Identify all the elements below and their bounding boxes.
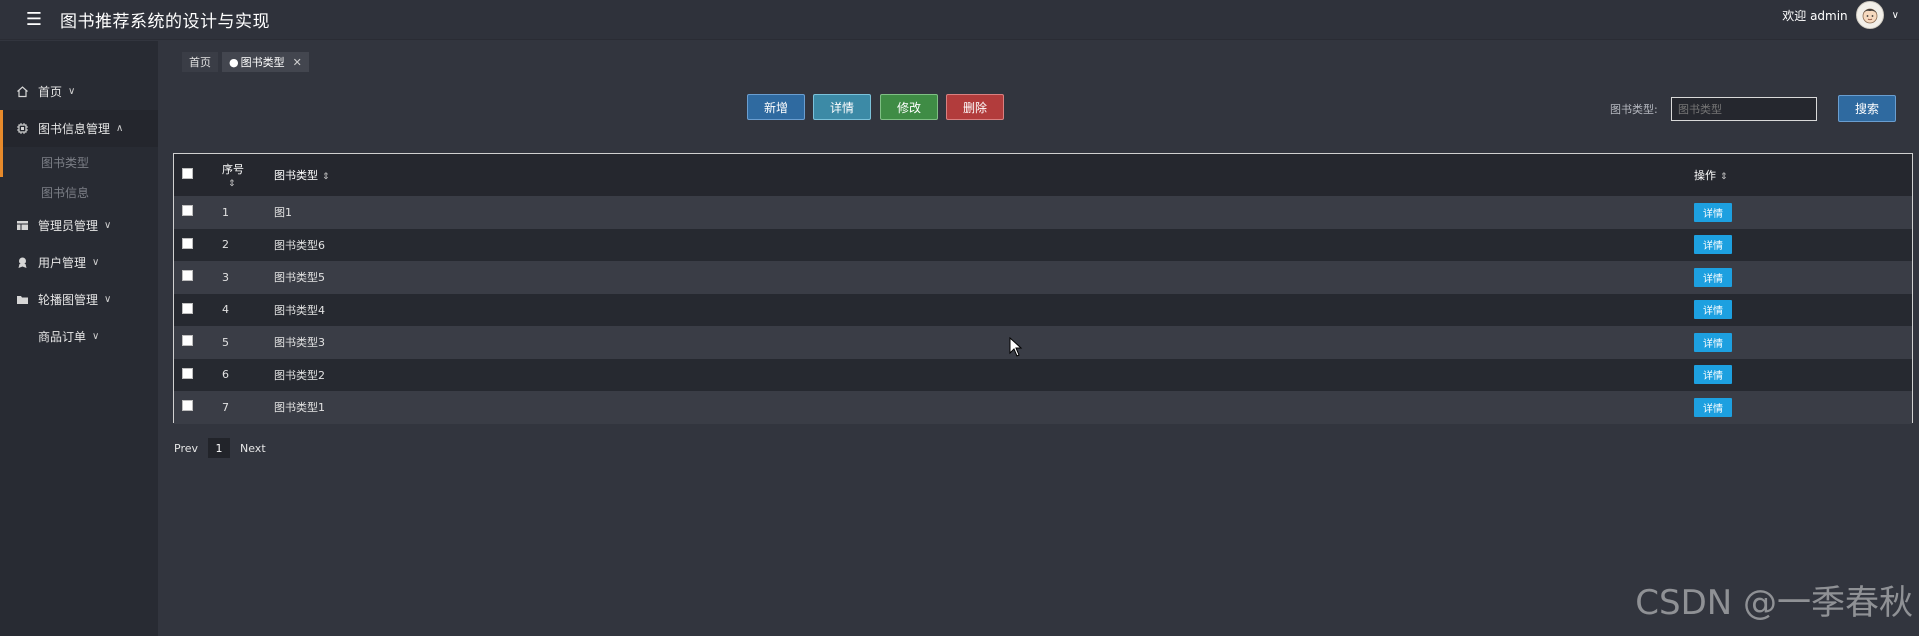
avatar[interactable] xyxy=(1855,1,1884,29)
detail-button[interactable]: 详情 xyxy=(813,94,871,120)
home-icon xyxy=(14,85,30,98)
next-page-link[interactable]: Next xyxy=(240,442,266,455)
add-button[interactable]: 新增 xyxy=(747,94,805,120)
delete-button[interactable]: 删除 xyxy=(946,94,1004,120)
sort-icon[interactable]: ⇕ xyxy=(1720,172,1728,182)
row-checkbox[interactable] xyxy=(182,205,193,217)
cell-index: 6 xyxy=(222,368,229,382)
search-button[interactable]: 搜索 xyxy=(1838,95,1896,122)
chevron-down-icon[interactable]: ∨ xyxy=(1892,10,1899,21)
tab-book-type[interactable]: ● 图书类型 ✕ xyxy=(222,52,309,72)
row-detail-button[interactable]: 详情 xyxy=(1694,235,1732,255)
watermark: CSDN @一季春秋 xyxy=(1635,583,1913,623)
close-icon[interactable]: ✕ xyxy=(293,56,302,69)
sidebar: 首页 ∨ 图书信息管理 ∧ 图书类型 图书信息 管理员管理 ∨ 用户管理 ∨ 轮… xyxy=(0,41,158,636)
row-checkbox[interactable] xyxy=(182,335,193,347)
table-row[interactable]: 1 图1 详情 xyxy=(174,196,1912,229)
chevron-down-icon: ∨ xyxy=(104,220,112,231)
sidebar-item-carousel[interactable]: 轮播图管理 ∨ xyxy=(0,281,158,318)
welcome-text: 欢迎 admin xyxy=(1782,8,1848,23)
top-bar: ☰ 图书推荐系统的设计与实现 欢迎 admin ∨ xyxy=(0,0,1919,40)
page-number-current[interactable]: 1 xyxy=(208,438,230,458)
sidebar-item-label: 管理员管理 xyxy=(38,219,99,233)
avatar-face-icon xyxy=(1862,8,1878,24)
user-menu[interactable]: 欢迎 admin ∨ xyxy=(1782,0,1899,30)
mouse-cursor-icon xyxy=(1009,337,1023,357)
sidebar-item-label: 首页 xyxy=(38,85,63,99)
cell-index: 4 xyxy=(222,303,229,317)
table-row[interactable]: 3 图书类型5 详情 xyxy=(174,261,1912,294)
cell-type: 图书类型1 xyxy=(274,401,325,415)
sidebar-item-label: 图书信息管理 xyxy=(38,122,111,136)
row-detail-button[interactable]: 详情 xyxy=(1694,202,1732,222)
search-label: 图书类型: xyxy=(1610,103,1658,116)
cell-type: 图书类型3 xyxy=(274,336,325,350)
pagination: Prev 1 Next xyxy=(174,438,266,458)
row-checkbox[interactable] xyxy=(182,237,193,249)
table-row[interactable]: 6 图书类型2 详情 xyxy=(174,358,1912,391)
column-header-action[interactable]: 操作 ⇕ xyxy=(1694,154,1912,196)
select-all-checkbox[interactable] xyxy=(182,168,193,179)
row-detail-button[interactable]: 详情 xyxy=(1694,267,1732,287)
sidebar-item-admin[interactable]: 管理员管理 ∨ xyxy=(0,207,158,244)
table-header-row: 序号 ⇕ 图书类型 ⇕ 操作 ⇕ xyxy=(174,154,1912,196)
cell-index: 1 xyxy=(222,205,229,219)
row-checkbox[interactable] xyxy=(182,270,193,282)
data-table: 序号 ⇕ 图书类型 ⇕ 操作 ⇕ 1 图1 详情 2 图书类型6 详情 3 图书… xyxy=(173,153,1913,424)
sidebar-item-orders[interactable]: 商品订单 ∨ xyxy=(0,318,158,355)
row-detail-button[interactable]: 详情 xyxy=(1694,332,1732,352)
row-checkbox[interactable] xyxy=(182,400,193,412)
user-icon xyxy=(14,256,30,269)
sidebar-subitem-book-type[interactable]: 图书类型 xyxy=(0,147,158,177)
cell-type: 图书类型5 xyxy=(274,271,325,285)
chevron-down-icon: ∨ xyxy=(104,294,112,305)
row-checkbox[interactable] xyxy=(182,302,193,314)
row-detail-button[interactable]: 详情 xyxy=(1694,365,1732,385)
prev-page-link[interactable]: Prev xyxy=(174,442,198,455)
sidebar-subitem-book-info[interactable]: 图书信息 xyxy=(0,177,158,207)
menu-toggle-icon[interactable]: ☰ xyxy=(14,5,54,35)
chevron-down-icon: ∨ xyxy=(92,257,100,268)
column-header-index[interactable]: 序号 ⇕ xyxy=(222,154,274,196)
app-title: 图书推荐系统的设计与实现 xyxy=(60,12,270,32)
cell-index: 7 xyxy=(222,400,229,414)
tab-home-label: 首页 xyxy=(189,56,211,69)
chevron-down-icon: ∨ xyxy=(68,86,76,97)
chip-icon xyxy=(14,122,30,135)
sort-icon[interactable]: ⇕ xyxy=(222,179,274,189)
table-row[interactable]: 5 图书类型3 详情 xyxy=(174,326,1912,359)
sidebar-item-label: 轮播图管理 xyxy=(38,293,99,307)
cell-index: 3 xyxy=(222,270,229,284)
table-icon xyxy=(14,219,30,232)
sidebar-item-home[interactable]: 首页 ∨ xyxy=(0,73,158,110)
folder-icon xyxy=(14,293,30,306)
cell-index: 2 xyxy=(222,238,229,252)
sidebar-item-label: 商品订单 xyxy=(38,330,87,344)
search-input[interactable] xyxy=(1671,97,1817,121)
active-dot-icon: ● xyxy=(229,55,239,69)
column-header-type[interactable]: 图书类型 ⇕ xyxy=(274,154,1694,196)
sort-icon[interactable]: ⇕ xyxy=(322,172,330,182)
row-detail-button[interactable]: 详情 xyxy=(1694,397,1732,417)
tab-bar: 首页 ● 图书类型 ✕ xyxy=(182,52,309,72)
chevron-down-icon: ∨ xyxy=(92,331,100,342)
row-checkbox[interactable] xyxy=(182,367,193,379)
tab-home[interactable]: 首页 xyxy=(182,52,218,72)
cell-type: 图书类型2 xyxy=(274,368,325,382)
tab-book-type-label: 图书类型 xyxy=(240,56,285,69)
cell-type: 图1 xyxy=(274,206,292,220)
cell-type: 图书类型6 xyxy=(274,238,325,252)
sidebar-item-label: 用户管理 xyxy=(38,256,87,270)
table-row[interactable]: 4 图书类型4 详情 xyxy=(174,293,1912,326)
cell-type: 图书类型4 xyxy=(274,303,325,317)
sidebar-item-users[interactable]: 用户管理 ∨ xyxy=(0,244,158,281)
row-detail-button[interactable]: 详情 xyxy=(1694,300,1732,320)
table-row[interactable]: 7 图书类型1 详情 xyxy=(174,391,1912,424)
table-row[interactable]: 2 图书类型6 详情 xyxy=(174,228,1912,261)
cell-index: 5 xyxy=(222,335,229,349)
sidebar-item-book-info[interactable]: 图书信息管理 ∧ xyxy=(0,110,158,147)
edit-button[interactable]: 修改 xyxy=(880,94,938,120)
chevron-up-icon: ∧ xyxy=(116,123,124,134)
